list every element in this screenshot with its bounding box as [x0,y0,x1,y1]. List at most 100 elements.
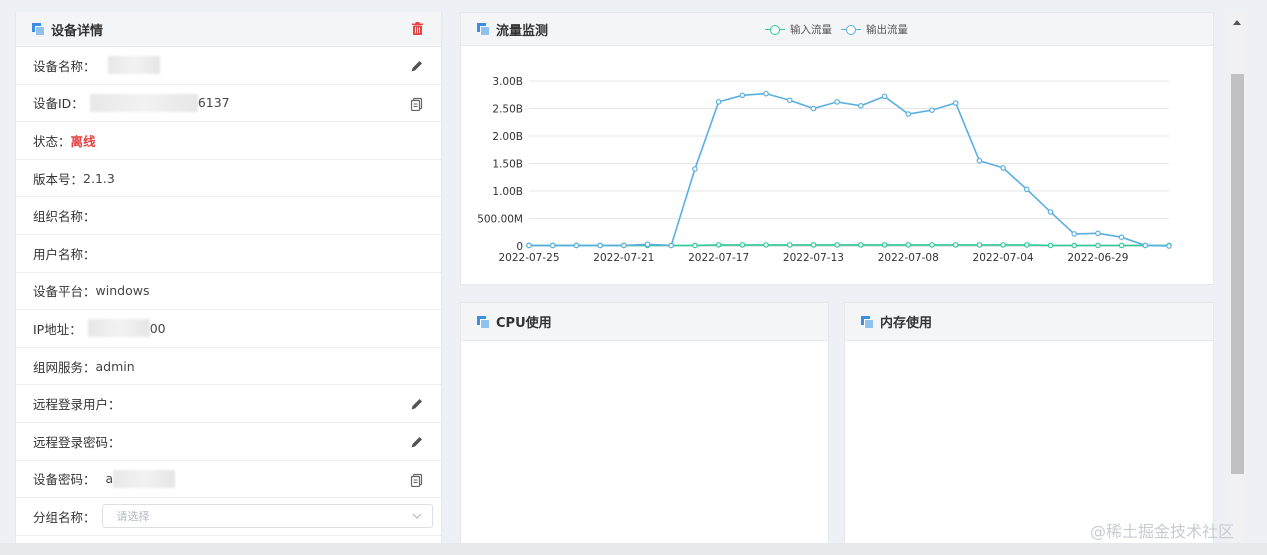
cpu-usage-header: CPU使用 [461,303,828,341]
platform-label: 设备平台： [33,284,96,300]
watermark: @稀土掘金技术社区 [1090,522,1235,541]
network-service-label: 组网服务： [33,359,96,375]
network-service-row: 组网服务： admin [16,348,441,386]
data-point-output [668,242,675,249]
device-id-row: 设备ID： 6137 [16,85,441,123]
copy-stack-icon [477,23,489,35]
data-point-output [573,242,580,249]
device-password-label: 设备密码： [33,472,96,488]
version-value: 2.1.3 [83,170,115,186]
y-tick-label: 2.50B [492,104,523,116]
data-point-input [763,242,769,248]
data-point-output [834,99,840,105]
data-point-output [692,166,698,172]
data-point-input [881,242,888,248]
device-name-label: 设备名称： [33,58,96,74]
data-point-output [739,92,746,99]
data-point-input [1047,242,1054,249]
legend-input[interactable]: 输入流量 [765,22,832,37]
device-password-value: a [105,471,114,487]
x-tick-label: 2022-07-21 [593,252,654,264]
data-point-output [905,111,912,117]
ip-redacted [87,319,150,338]
data-point-output [715,99,722,105]
traffic-monitor-title: 流量监测 [496,23,549,39]
data-point-output [786,97,793,104]
device-password-row: 设备密码： a [16,461,441,499]
ip-label: IP地址： [33,321,82,337]
chart-legend: 输入流量 输出流量 [765,22,917,37]
memory-usage-title: 内存使用 [880,316,933,331]
y-tick-label: 3.00B [492,76,523,88]
ip-row: IP地址： 00 [16,310,441,348]
legend-input-label: 输入流量 [790,24,832,36]
vertical-scrollbar[interactable] [1229,12,1246,543]
series-line-output [529,92,1170,247]
data-point-input [786,242,793,248]
data-point-output [621,242,627,249]
ip-value: 00 [149,320,166,336]
platform-value: windows [95,283,150,299]
data-point-input [858,242,864,248]
scrollbar-thumb[interactable] [1231,74,1244,474]
data-point-input [834,242,840,248]
version-label: 版本号： [33,171,84,187]
copy-icon[interactable] [410,473,424,487]
scroll-up-arrow-icon[interactable] [1233,20,1241,25]
x-tick-label: 2022-06-29 [1067,252,1128,264]
remote-password-row: 远程登录密码： [16,423,441,461]
group-row: 分组名称： 请选择 [16,498,441,536]
data-point-output [597,242,603,249]
pencil-icon[interactable] [410,435,424,449]
copy-stack-icon [477,315,489,328]
device-id-label: 设备ID： [33,96,84,112]
user-name-row: 用户名称： [16,235,441,273]
copy-icon[interactable] [410,97,424,111]
data-point-input [929,242,935,248]
pencil-icon[interactable] [410,59,424,73]
data-point-input [692,242,698,249]
legend-output-label: 输出流量 [866,24,908,36]
data-point-output [881,93,888,100]
device-detail-title: 设备详情 [51,23,104,39]
data-point-output [1047,209,1054,215]
data-point-input [976,242,983,248]
org-name-row: 组织名称： [16,197,441,235]
pencil-icon[interactable] [410,397,424,411]
data-point-output [952,100,959,106]
y-tick-label: 2.00B [492,131,523,143]
memory-usage-header: 内存使用 [845,303,1213,341]
group-select[interactable]: 请选择 [101,504,433,529]
trash-icon[interactable] [412,22,423,35]
data-point-input [739,242,746,248]
device-id-value: 6137 [197,95,230,111]
data-point-input [810,242,817,248]
device-detail-header: 设备详情 [16,12,441,47]
legend-output[interactable]: 输出流量 [841,22,908,37]
device-name-value-redacted [107,56,160,75]
data-point-input [1095,242,1101,249]
org-name-label: 组织名称： [33,209,96,225]
horizontal-scroll-track [0,543,1267,555]
data-point-input [1023,242,1030,248]
data-point-output [929,107,935,113]
status-row: 状态： 离线 [16,122,441,160]
legend-output-symbol [841,24,861,35]
cpu-usage-title: CPU使用 [496,316,552,331]
network-service-value: admin [95,358,135,374]
data-point-input [952,242,959,248]
cpu-usage-panel: CPU使用 [460,302,829,555]
data-point-output [1071,231,1077,237]
device-password-redacted [113,469,176,488]
x-tick-label: 2022-07-25 [498,252,559,264]
group-label: 分组名称： [33,509,96,525]
group-select-placeholder: 请选择 [116,510,150,524]
device-name-row: 设备名称： [16,47,441,85]
legend-input-symbol [765,24,785,35]
data-point-input [715,242,722,248]
data-point-input [1071,242,1077,249]
data-point-output [976,157,983,164]
x-tick-label: 2022-07-13 [783,252,844,264]
status-label: 状态： [33,133,71,149]
data-point-output [1023,186,1030,193]
